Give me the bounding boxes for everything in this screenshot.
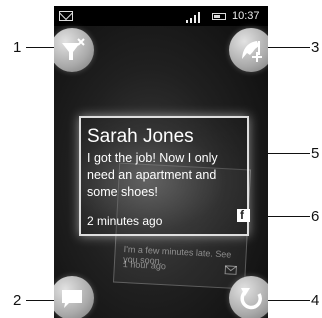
envelope-icon bbox=[224, 265, 237, 275]
feed-message: I got the job! Now I only need an apartm… bbox=[87, 151, 218, 199]
callout-4: 4 bbox=[311, 292, 320, 309]
filter-button[interactable] bbox=[54, 28, 94, 72]
refresh-button[interactable] bbox=[229, 276, 268, 318]
status-time: 10:37 bbox=[232, 10, 260, 22]
refresh-icon bbox=[240, 288, 262, 310]
leader-line-4 bbox=[262, 300, 310, 301]
callout-2: 2 bbox=[13, 292, 22, 309]
facebook-icon[interactable]: f bbox=[237, 208, 250, 222]
phone-add-icon bbox=[242, 41, 262, 62]
status-update-button[interactable] bbox=[54, 276, 94, 318]
contact-name: Sarah Jones bbox=[87, 126, 194, 147]
callout-1: 1 bbox=[13, 39, 22, 56]
filter-remove-icon bbox=[62, 38, 85, 60]
signal-strength-icon bbox=[184, 11, 206, 23]
speech-bubble-icon bbox=[62, 290, 82, 308]
message-envelope-icon bbox=[59, 11, 73, 21]
callout-5: 5 bbox=[311, 145, 320, 162]
battery-icon bbox=[212, 13, 226, 20]
phone-screen: 10:37 I'm a few minutes late. See you so… bbox=[54, 6, 268, 318]
callout-6: 6 bbox=[311, 208, 320, 225]
call-contact-button[interactable] bbox=[229, 28, 268, 72]
leader-line-3 bbox=[262, 47, 310, 48]
feed-time: 2 minutes ago bbox=[87, 214, 163, 228]
feed-back-time: 1 hour ago bbox=[122, 258, 167, 272]
callout-3: 3 bbox=[311, 39, 320, 56]
feed-card-front[interactable]: Sarah Jones I got the job! Now I only ne… bbox=[79, 116, 249, 236]
status-bar: 10:37 bbox=[54, 6, 268, 26]
